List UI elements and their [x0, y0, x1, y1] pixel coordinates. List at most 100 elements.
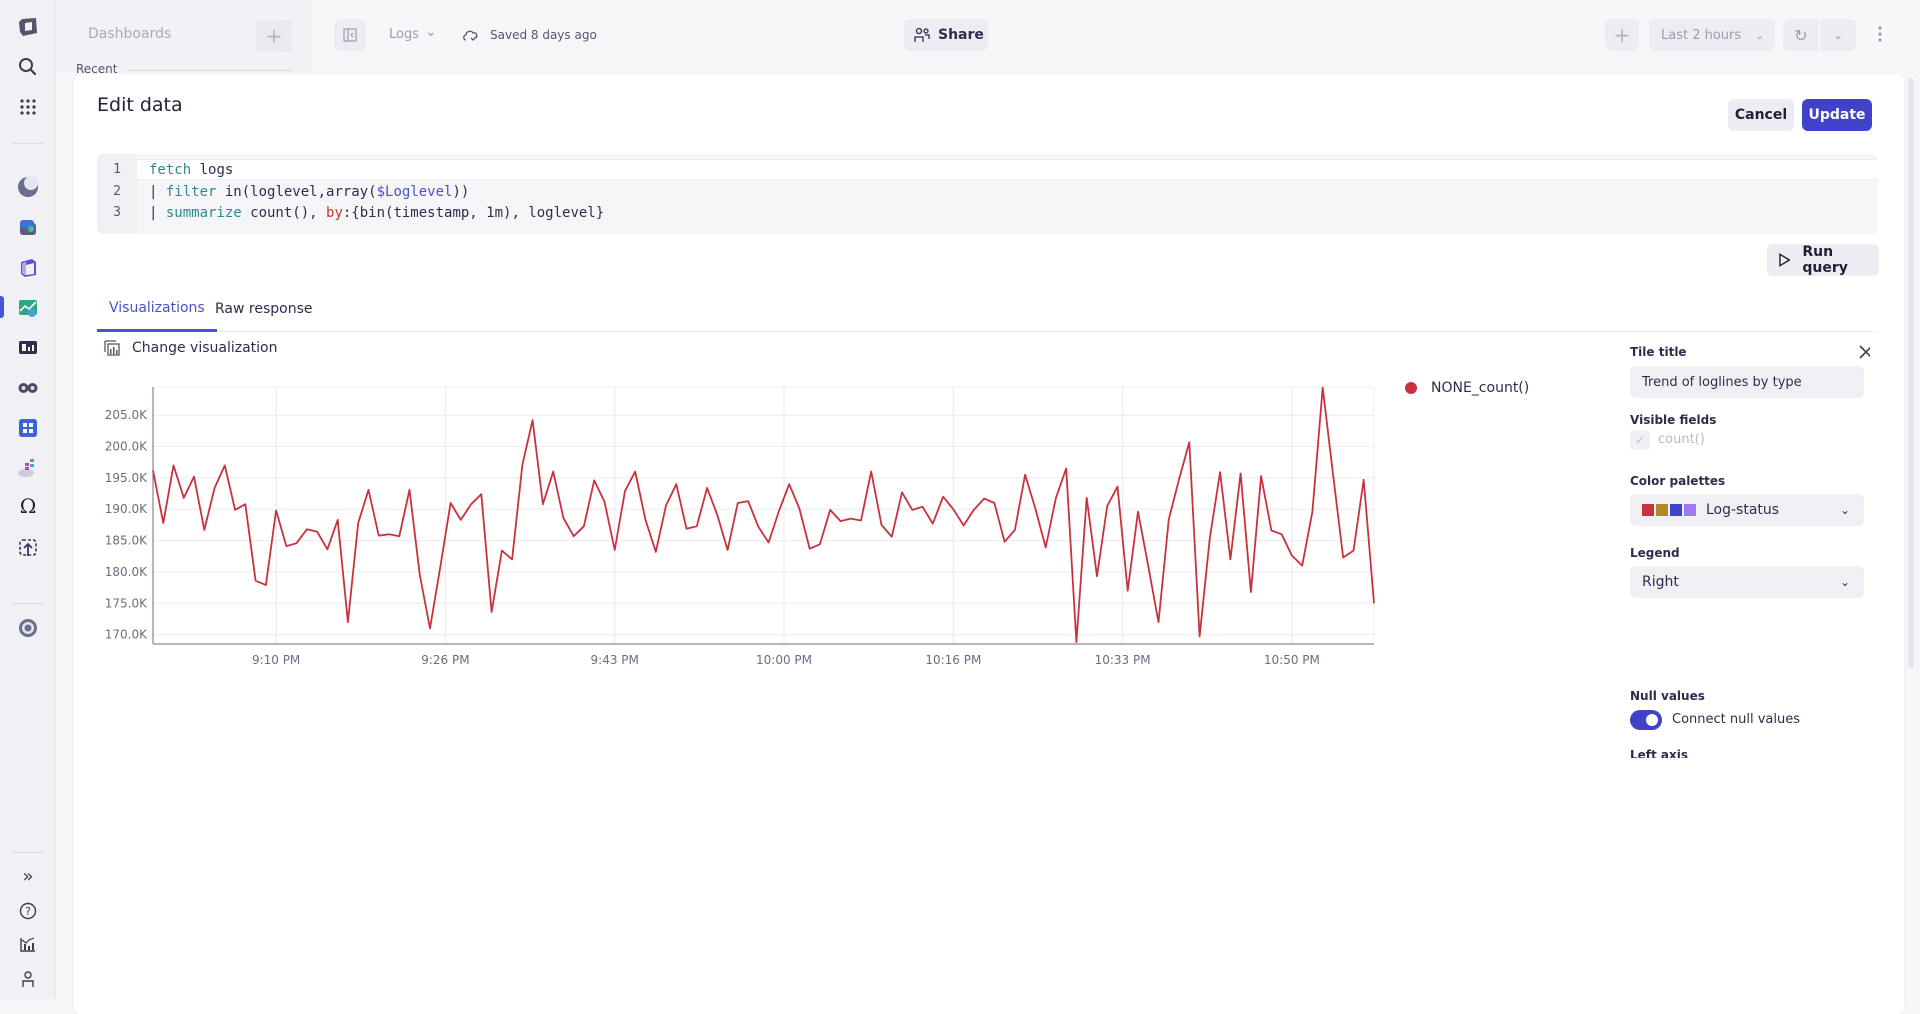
x-tick-label: 10:50 PM	[1264, 653, 1320, 667]
omega-icon[interactable]: Ω	[14, 492, 42, 520]
settings-icon[interactable]	[14, 614, 42, 642]
panel-title: Dashboards	[88, 26, 172, 42]
field-checkbox[interactable]: ✓	[1630, 430, 1650, 450]
y-tick-label: 170.0K	[105, 628, 148, 642]
top-bar: Logs ⌄ Saved 8 days ago Share + Last 2 h…	[312, 0, 1920, 72]
x-tick-label: 10:16 PM	[925, 653, 981, 667]
keyword: filter	[165, 183, 217, 200]
workflows-icon[interactable]	[14, 414, 42, 442]
recent-divider	[128, 70, 292, 71]
line-chart: 170.0K 175.0K 180.0K 185.0K 190.0K 195.0K 200.…	[105, 386, 1375, 667]
connect-null-label: Connect null values	[1672, 712, 1801, 727]
line-number: 1	[113, 162, 121, 177]
update-button[interactable]: Update	[1802, 99, 1872, 131]
tile-title-input[interactable]: Trend of loglines by type	[1630, 366, 1864, 398]
legend-color-dot	[1405, 382, 1417, 394]
refresh-icon[interactable]: ↻	[1783, 26, 1819, 45]
code-line[interactable]: 1 fetch logs	[97, 159, 1878, 180]
app-logo-icon[interactable]	[14, 13, 42, 41]
x-tick-label: 10:00 PM	[756, 653, 812, 667]
timeframe-selector[interactable]: Last 2 hours ⌄	[1649, 19, 1775, 51]
help-icon[interactable]: ?	[14, 897, 42, 925]
y-tick-label: 195.0K	[105, 471, 148, 485]
line-number: 2	[113, 184, 121, 199]
tab-visualizations[interactable]: Visualizations	[97, 286, 217, 332]
plus-icon: +	[265, 24, 283, 48]
svg-text:?: ?	[25, 905, 31, 918]
null-values-label: Null values	[1630, 689, 1705, 703]
visible-fields-label: Visible fields	[1630, 413, 1717, 427]
color-palettes-label: Color palettes	[1630, 474, 1726, 488]
add-dashboard-button[interactable]: +	[256, 20, 292, 52]
user-icon[interactable]	[14, 965, 42, 993]
add-tile-button[interactable]: +	[1605, 19, 1639, 51]
x-tick-label: 9:26 PM	[421, 653, 469, 667]
run-query-label: Run query	[1802, 244, 1848, 276]
y-tick-label: 185.0K	[105, 534, 148, 548]
notebooks-icon[interactable]	[14, 334, 42, 362]
infrastructure-icon[interactable]	[14, 254, 42, 282]
line-number: 3	[113, 205, 121, 220]
cancel-button[interactable]: Cancel	[1728, 99, 1794, 131]
chart-legend[interactable]: NONE_count()	[1405, 380, 1529, 396]
pipe: |	[149, 204, 166, 221]
run-query-button[interactable]: Run query	[1767, 244, 1879, 276]
connect-null-toggle[interactable]	[1630, 710, 1662, 730]
palette-swatch	[1684, 504, 1696, 516]
saved-status: Saved 8 days ago	[490, 28, 597, 42]
close-icon[interactable]	[1856, 342, 1870, 362]
y-tick-label: 180.0K	[105, 565, 148, 579]
code-text: :{bin(timestamp, 1m), loglevel}	[342, 204, 605, 221]
check-icon: ✓	[1634, 433, 1646, 447]
tile-title-label: Tile title	[1630, 345, 1687, 359]
search-icon[interactable]	[14, 53, 42, 81]
usage-icon[interactable]	[14, 930, 42, 958]
change-visualization-button[interactable]: Change visualization	[104, 340, 278, 356]
x-tick-label: 10:33 PM	[1095, 653, 1151, 667]
y-tick-label: 205.0K	[105, 408, 148, 422]
cloud-saved-icon	[462, 27, 480, 46]
code-text: in(loglevel,array(	[216, 183, 377, 200]
chevron-down-icon[interactable]: ⌄	[425, 24, 437, 40]
plus-icon: +	[1613, 23, 1631, 47]
apps-grid-icon[interactable]	[14, 93, 42, 121]
edit-data-dialog: Edit data Cancel Update 1 fetch logs 2 |…	[74, 74, 1904, 1014]
chevron-down-icon[interactable]: ⌄	[1820, 28, 1856, 42]
expand-icon[interactable]: »	[14, 862, 42, 890]
visible-field-name: count()	[1658, 432, 1705, 447]
tab-raw-response[interactable]: Raw response	[203, 286, 325, 332]
upload-icon[interactable]	[14, 534, 42, 562]
more-options-icon[interactable]	[1878, 26, 1882, 46]
chevron-down-icon: ⌄	[1839, 503, 1850, 517]
code-line[interactable]: 3 | summarize count(), by:{bin(timestamp…	[97, 202, 1878, 223]
keyword: fetch	[149, 161, 192, 178]
chevron-down-icon: ⌄	[1755, 28, 1765, 42]
page-scrollbar[interactable]	[1908, 78, 1914, 668]
color-palette-select[interactable]: Log-status ⌄	[1630, 494, 1864, 526]
legend-position-select[interactable]: Right ⌄	[1630, 566, 1864, 598]
share-button[interactable]: Share	[904, 19, 988, 51]
result-tabs: Visualizations Raw response	[97, 286, 1878, 332]
palette-swatch	[1670, 504, 1682, 516]
refresh-group: ↻ ⌄	[1783, 19, 1856, 51]
query-editor[interactable]: 1 fetch logs 2 | filter in(loglevel,arra…	[97, 154, 1878, 234]
palette-swatch	[1656, 504, 1668, 516]
observability-icon[interactable]	[14, 374, 42, 402]
active-indicator	[0, 296, 4, 318]
visualization-settings: Tile title Trend of loglines by type Vis…	[1630, 338, 1870, 758]
rail-divider	[12, 143, 44, 144]
dashboard-name[interactable]: Logs	[389, 27, 419, 42]
toggle-panel-button[interactable]	[334, 19, 366, 51]
code-line[interactable]: 2 | filter in(loglevel,array($Loglevel))	[97, 181, 1878, 202]
keyword: summarize	[165, 204, 242, 221]
palette-name: Log-status	[1706, 502, 1780, 518]
services-icon[interactable]	[14, 454, 42, 482]
discover-icon[interactable]	[14, 173, 42, 201]
users-icon	[914, 27, 930, 42]
legend-position-value: Right	[1642, 574, 1679, 590]
series-line-none-count	[152, 386, 1375, 644]
dashboards-icon[interactable]	[14, 294, 42, 322]
pipe: |	[149, 183, 166, 200]
kubernetes-icon[interactable]	[14, 214, 42, 242]
y-tick-label: 200.0K	[105, 440, 148, 454]
